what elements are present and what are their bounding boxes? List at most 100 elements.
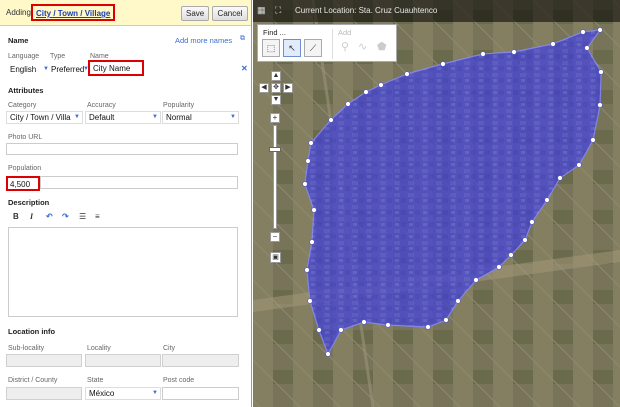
language-dropdown-icon[interactable]: ▼ [43, 66, 49, 72]
bulleted-list-icon[interactable]: ☰ [79, 212, 86, 221]
name-input[interactable]: City Name [88, 60, 144, 76]
zoom-slider-handle[interactable] [269, 146, 281, 152]
draw-line-tool-icon[interactable]: ⟋ [304, 39, 322, 57]
add-line-icon: ∿ [358, 41, 368, 53]
popularity-select[interactable]: Normal ▼ [162, 111, 239, 124]
polygon-vertex-handle[interactable] [511, 49, 517, 55]
category-value: City / Town / Villa [10, 113, 71, 122]
fullscreen-icon[interactable]: ⛶ [275, 5, 281, 16]
pan-right-icon[interactable]: ▶ [283, 83, 293, 93]
polygon-vertex-handle[interactable] [522, 237, 528, 243]
district-label: District / County [8, 377, 58, 384]
select-box-tool-icon[interactable]: ⬚ [262, 39, 280, 57]
state-label: State [87, 377, 104, 384]
polygon-vertex-handle[interactable] [325, 351, 331, 357]
polygon-vertex-handle[interactable] [473, 277, 479, 283]
polygon-vertex-handle[interactable] [529, 219, 535, 225]
polygon-vertex-handle[interactable] [305, 158, 311, 164]
pan-up-icon[interactable]: ▲ [271, 71, 281, 81]
polygon-vertex-handle[interactable] [304, 267, 310, 273]
state-value: México [89, 389, 115, 398]
polygon-vertex-handle[interactable] [345, 101, 351, 107]
zoom-in-button[interactable]: + [270, 113, 280, 123]
popularity-dropdown-icon: ▼ [230, 114, 236, 120]
category-select[interactable]: City / Town / Villa ▼ [6, 111, 83, 124]
add-name-icon[interactable]: ⧉ [240, 35, 245, 43]
add-more-names-link[interactable]: Add more names [175, 36, 232, 45]
pointer-tool-icon[interactable]: ↖ [283, 39, 301, 57]
polygon-vertex-handle[interactable] [404, 71, 410, 77]
polygon-vertex-handle[interactable] [316, 327, 322, 333]
bold-icon[interactable]: B [13, 212, 19, 221]
cancel-button[interactable]: Cancel [212, 6, 248, 21]
remove-name-icon[interactable]: ✕ [241, 64, 248, 73]
pan-center-icon[interactable]: ✥ [271, 83, 281, 93]
popularity-label: Popularity [163, 102, 195, 109]
add-point-icon: ⚲ [341, 41, 350, 53]
sublocality-input[interactable] [6, 354, 82, 367]
zoom-out-button[interactable]: − [270, 232, 280, 242]
polygon-vertex-handle[interactable] [544, 197, 550, 203]
postcode-input[interactable] [162, 387, 239, 400]
locality-input[interactable] [85, 354, 161, 367]
polygon-vertex-handle[interactable] [378, 82, 384, 88]
polygon-vertex-handle[interactable] [385, 322, 391, 328]
find-label: Find ... [263, 28, 286, 37]
polygon-vertex-handle[interactable] [584, 45, 590, 51]
current-location-label: Current Location: Sta. Cruz Cuauhtenco [295, 6, 438, 15]
polygon-vertex-handle[interactable] [308, 140, 314, 146]
polygon-vertex-handle[interactable] [443, 317, 449, 323]
expand-map-icon[interactable]: ▣ [270, 252, 281, 263]
save-button[interactable]: Save [181, 6, 209, 21]
satellite-map[interactable]: ▦ ⛶ Current Location: Sta. Cruz Cuauhten… [253, 0, 620, 407]
population-label: Population [8, 165, 42, 172]
tool-divider [332, 29, 333, 59]
photo-url-input[interactable] [6, 143, 238, 155]
redo-icon[interactable]: ↷ [62, 212, 69, 221]
polygon-vertex-handle[interactable] [425, 324, 431, 330]
polygon-vertex-handle[interactable] [598, 69, 604, 75]
map-header-bar: ▦ ⛶ Current Location: Sta. Cruz Cuauhten… [253, 0, 620, 22]
zoom-slider-track[interactable] [273, 125, 277, 229]
polygon-vertex-handle[interactable] [550, 41, 556, 47]
polygon-vertex-handle[interactable] [338, 327, 344, 333]
polygon-vertex-handle[interactable] [311, 207, 317, 213]
polygon-vertex-handle[interactable] [597, 27, 603, 33]
polygon-vertex-handle[interactable] [455, 298, 461, 304]
polygon-vertex-handle[interactable] [557, 175, 563, 181]
polygon-vertex-handle[interactable] [480, 51, 486, 57]
language-select[interactable]: English [10, 65, 42, 74]
population-input-extension[interactable] [40, 176, 238, 189]
description-textarea[interactable] [8, 227, 238, 317]
state-select[interactable]: México ▼ [85, 387, 161, 400]
polygon-vertex-handle[interactable] [440, 61, 446, 67]
polygon-vertex-handle[interactable] [302, 181, 308, 187]
polygon-vertex-handle[interactable] [328, 117, 334, 123]
type-select[interactable]: Preferred [51, 65, 87, 74]
pan-down-icon[interactable]: ▼ [271, 95, 281, 105]
grid-icon[interactable]: ▦ [257, 5, 266, 16]
polygon-vertex-handle[interactable] [363, 89, 369, 95]
polygon-vertex-handle[interactable] [597, 102, 603, 108]
city-label: City [163, 345, 176, 352]
polygon-vertex-handle[interactable] [590, 137, 596, 143]
italic-icon[interactable]: I [30, 212, 33, 221]
district-input[interactable] [6, 387, 82, 400]
polygon-vertex-handle[interactable] [361, 319, 367, 325]
accuracy-select[interactable]: Default ▼ [85, 111, 161, 124]
undo-icon[interactable]: ↶ [46, 212, 53, 221]
polygon-vertex-handle[interactable] [309, 239, 315, 245]
pan-left-icon[interactable]: ◀ [259, 83, 269, 93]
population-input[interactable]: 4,500 [6, 176, 40, 191]
polygon-vertex-handle[interactable] [496, 264, 502, 270]
polygon-vertex-handle[interactable] [508, 252, 514, 258]
attributes-section-title: Attributes [8, 86, 44, 95]
city-input[interactable] [162, 354, 239, 367]
polygon-vertex-handle[interactable] [580, 29, 586, 35]
numbered-list-icon[interactable]: ≡ [95, 212, 100, 221]
feature-type-link[interactable]: City / Town / Village [31, 4, 116, 21]
polygon-vertex-handle[interactable] [576, 162, 582, 168]
pan-control: ▲ ◀ ✥ ▶ ▼ [257, 71, 295, 107]
polygon-vertex-handle[interactable] [307, 298, 313, 304]
add-label: Add [338, 28, 352, 37]
